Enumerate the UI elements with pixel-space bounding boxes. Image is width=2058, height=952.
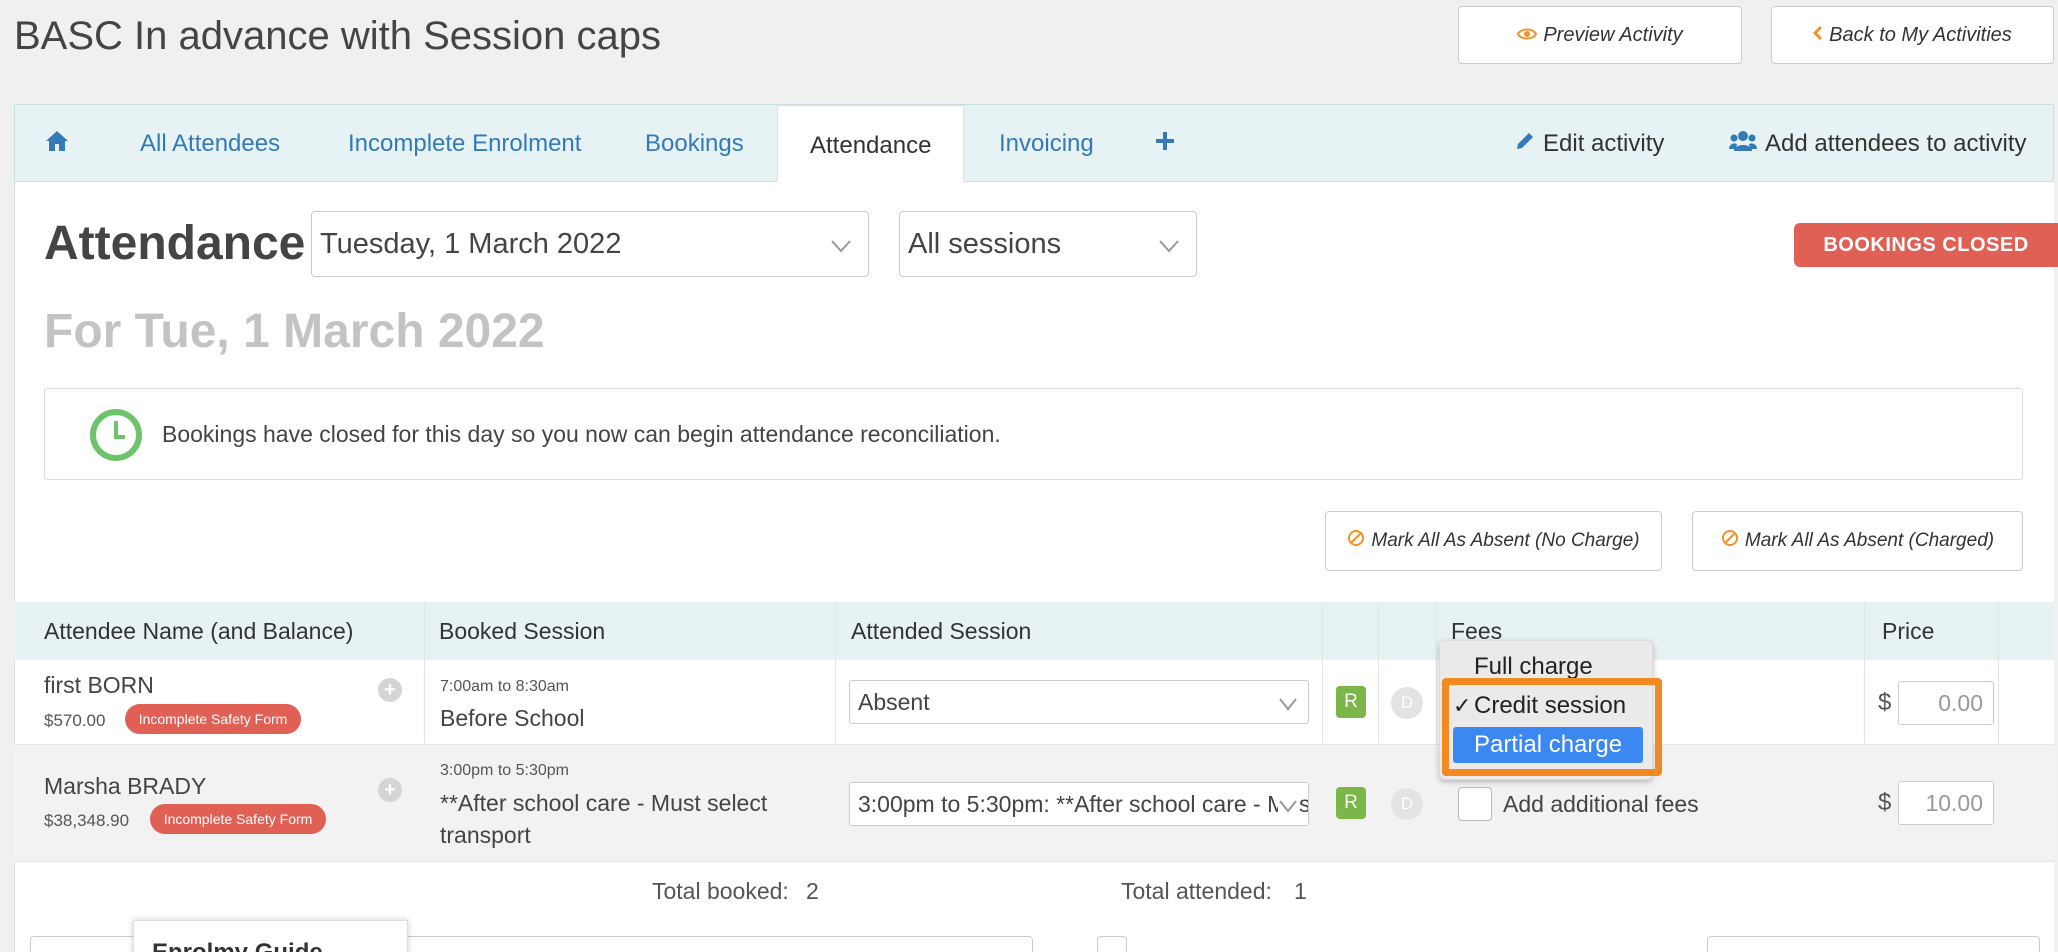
additional-fees-checkbox[interactable] [1458, 787, 1492, 821]
table-header: Attendee Name (and Balance) Booked Sessi… [14, 602, 2054, 660]
booked-session-time: 7:00am to 8:30am [440, 678, 569, 695]
users-icon [1729, 130, 1757, 159]
d-badge[interactable]: D [1391, 687, 1423, 719]
tab-attendance[interactable]: Attendance [777, 105, 965, 185]
header-attendee: Attendee Name (and Balance) [44, 617, 354, 644]
tab-home[interactable] [45, 105, 69, 183]
session-select[interactable]: All sessions [899, 211, 1197, 277]
incomplete-safety-form-badge: Incomplete Safety Form [150, 804, 326, 834]
chevron-down-icon [1278, 693, 1298, 713]
enrolmy-guide-widget[interactable]: Enrolmy Guide [133, 920, 408, 952]
attended-session-value: Absent [858, 688, 930, 715]
chevron-down-icon [830, 232, 852, 254]
eye-icon [1517, 24, 1538, 47]
date-select[interactable]: Tuesday, 1 March 2022 [311, 211, 869, 277]
bookings-closed-notice: Bookings have closed for this day so you… [44, 388, 2023, 480]
total-booked-value: 2 [806, 878, 819, 904]
session-select-value: All sessions [908, 227, 1062, 260]
mark-absent-no-charge-button[interactable]: Mark All As Absent (No Charge) [1325, 511, 1662, 571]
header-attended-session: Attended Session [851, 617, 1032, 644]
edit-activity-label: Edit activity [1543, 130, 1665, 157]
date-select-value: Tuesday, 1 March 2022 [320, 227, 622, 260]
home-icon [45, 130, 69, 159]
incomplete-safety-form-badge: Incomplete Safety Form [125, 704, 301, 734]
price-input[interactable]: 10.00 [1898, 781, 1994, 825]
tab-add[interactable] [1155, 105, 1175, 183]
notice-text: Bookings have closed for this day so you… [162, 421, 1001, 447]
header-price: Price [1882, 617, 1935, 644]
edit-activity-link[interactable]: Edit activity [1515, 105, 1664, 183]
ban-icon [1721, 529, 1739, 553]
add-attendees-link[interactable]: Add attendees to activity [1729, 105, 2027, 183]
add-attendees-label: Add attendees to activity [1765, 130, 2027, 157]
clock-icon [89, 408, 143, 462]
currency-symbol: $ [1878, 689, 1892, 716]
mark-absent-charged-label: Mark All As Absent (Charged) [1744, 530, 1995, 551]
bookings-closed-badge: BOOKINGS CLOSED [1794, 223, 2058, 267]
highlight-box [1442, 678, 1662, 776]
date-subheading: For Tue, 1 March 2022 [44, 305, 545, 358]
bottom-button[interactable] [1707, 936, 2040, 952]
attendee-name[interactable]: Marsha BRADY [44, 773, 206, 800]
tab-bookings[interactable]: Bookings [645, 105, 744, 183]
chevron-down-icon [1158, 232, 1180, 254]
booked-session-name: Before School [440, 705, 585, 731]
chevron-down-icon [1278, 795, 1298, 815]
total-attended-value: 1 [1294, 878, 1307, 904]
chevron-left-icon [1813, 24, 1823, 47]
booked-session-time: 3:00pm to 5:30pm [440, 762, 569, 779]
bottom-checkbox[interactable] [1097, 936, 1127, 952]
back-to-activities-button[interactable]: Back to My Activities [1771, 6, 2054, 64]
attendee-balance: $570.00 [44, 711, 106, 730]
add-circle-icon[interactable]: + [378, 778, 402, 802]
mark-absent-no-charge-label: Mark All As Absent (No Charge) [1371, 530, 1640, 551]
currency-symbol: $ [1878, 789, 1892, 816]
header-booked-session: Booked Session [439, 617, 606, 644]
page-title: BASC In advance with Session caps [14, 14, 662, 58]
pencil-icon [1515, 130, 1535, 158]
attended-session-value: 3:00pm to 5:30pm: **After school care - … [858, 790, 1308, 817]
ban-icon [1347, 529, 1365, 553]
attendance-heading: Attendance [44, 217, 306, 270]
additional-fees-label: Add additional fees [1503, 791, 1699, 817]
mark-absent-charged-button[interactable]: Mark All As Absent (Charged) [1692, 511, 2023, 571]
attended-session-select[interactable]: 3:00pm to 5:30pm: **After school care - … [849, 782, 1309, 826]
attended-session-select[interactable]: Absent [849, 680, 1309, 724]
preview-activity-label: Preview Activity [1543, 23, 1683, 46]
tab-bar: All Attendees Incomplete Enrolment Booki… [14, 104, 2054, 185]
booked-session-name: **After school care - Must select transp… [440, 790, 768, 848]
add-circle-icon[interactable]: + [378, 678, 402, 702]
tab-incomplete-enrolment[interactable]: Incomplete Enrolment [348, 105, 581, 183]
price-input[interactable]: 0.00 [1898, 681, 1994, 725]
total-attended-label: Total attended: [1121, 878, 1272, 904]
back-to-activities-label: Back to My Activities [1829, 23, 2012, 46]
tab-all-attendees[interactable]: All Attendees [140, 105, 280, 183]
d-badge[interactable]: D [1391, 788, 1423, 820]
registered-badge[interactable]: R [1336, 686, 1366, 718]
plus-icon [1155, 130, 1175, 158]
total-booked-label: Total booked: [652, 878, 789, 904]
attendee-balance: $38,348.90 [44, 811, 130, 830]
preview-activity-button[interactable]: Preview Activity [1458, 6, 1742, 64]
attendee-name[interactable]: first BORN [44, 672, 154, 699]
tab-invoicing[interactable]: Invoicing [999, 105, 1094, 183]
registered-badge[interactable]: R [1336, 787, 1366, 819]
